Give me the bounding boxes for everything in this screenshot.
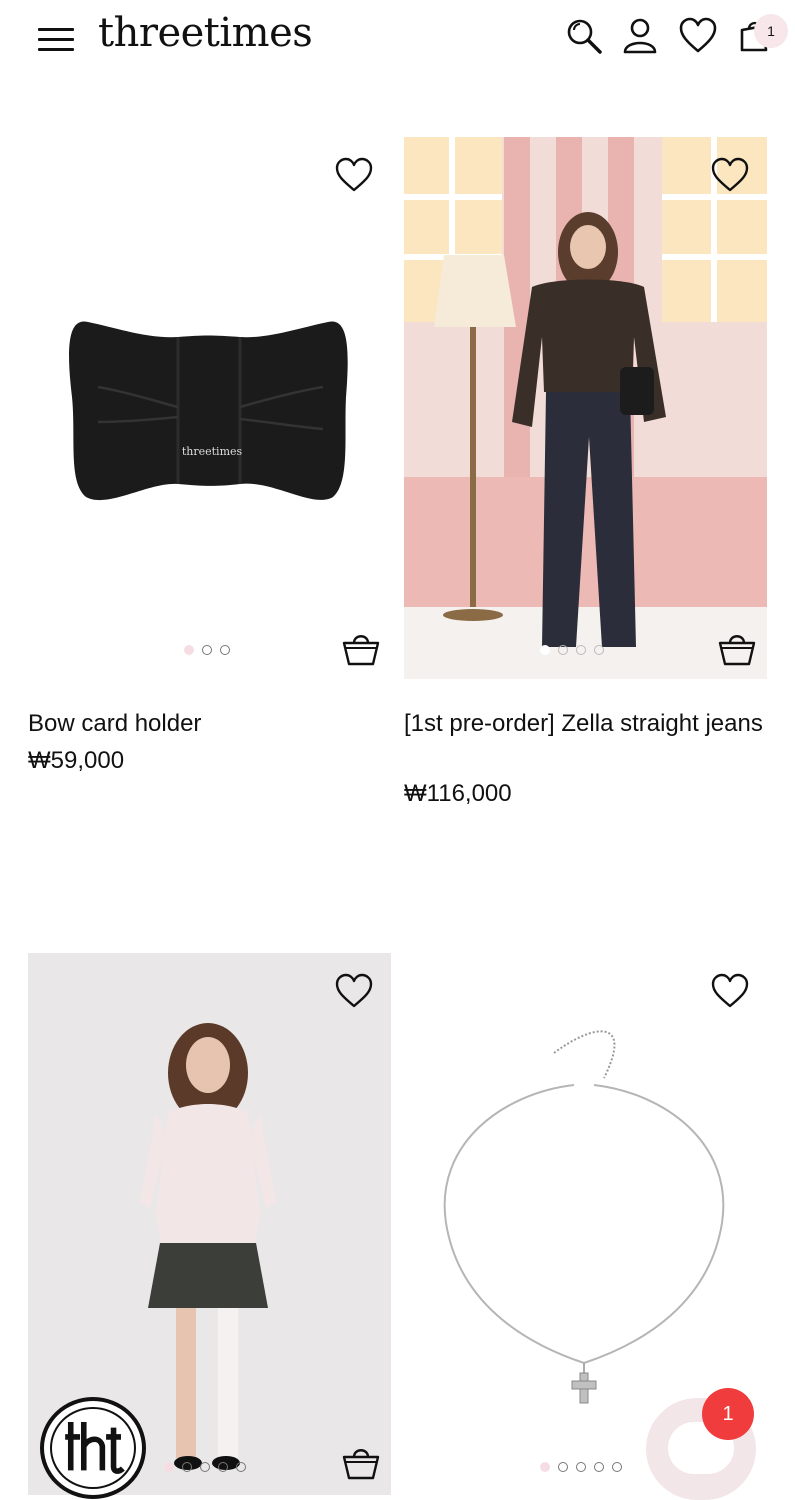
brand-badge-ring bbox=[50, 1407, 136, 1489]
product-card[interactable]: [1st pre-order] Zella straight jeans ₩11… bbox=[404, 137, 767, 817]
product-image[interactable] bbox=[404, 137, 767, 679]
image-carousel-dots[interactable] bbox=[540, 645, 604, 655]
heart-icon[interactable] bbox=[710, 157, 750, 193]
carousel-dot[interactable] bbox=[236, 1462, 246, 1472]
carousel-dot[interactable] bbox=[202, 645, 212, 655]
product-price: ₩59,000 bbox=[28, 747, 125, 774]
bag-icon[interactable] bbox=[341, 1445, 381, 1481]
image-carousel-dots[interactable] bbox=[184, 645, 230, 655]
carousel-dot[interactable] bbox=[540, 1462, 550, 1472]
carousel-dot[interactable] bbox=[558, 645, 568, 655]
product-name[interactable]: Bow card holder bbox=[28, 707, 388, 740]
carousel-dot[interactable] bbox=[576, 1462, 586, 1472]
carousel-dot[interactable] bbox=[558, 1462, 568, 1472]
cart-count-badge: 1 bbox=[754, 14, 788, 48]
site-header: threetimes 1 bbox=[0, 0, 795, 80]
heart-icon[interactable] bbox=[334, 973, 374, 1009]
carousel-dot[interactable] bbox=[182, 1462, 192, 1472]
product-card[interactable]: threetimes Bow card holder ₩59,000 bbox=[28, 137, 390, 797]
carousel-dot[interactable] bbox=[576, 645, 586, 655]
image-carousel-dots[interactable] bbox=[164, 1462, 246, 1472]
carousel-dot[interactable] bbox=[612, 1462, 622, 1472]
brand-badge-logo[interactable] bbox=[40, 1397, 146, 1499]
carousel-dot[interactable] bbox=[594, 1462, 604, 1472]
wishlist-heart-icon[interactable] bbox=[678, 16, 718, 56]
menu-icon[interactable] bbox=[38, 26, 74, 52]
bag-icon[interactable] bbox=[717, 631, 757, 667]
product-name[interactable]: [1st pre-order] Zella straight jeans bbox=[404, 707, 764, 740]
product-image[interactable]: threetimes bbox=[28, 137, 390, 679]
heart-icon[interactable] bbox=[334, 157, 374, 193]
carousel-dot[interactable] bbox=[594, 645, 604, 655]
product-price: ₩116,000 bbox=[404, 780, 512, 807]
chat-notification-badge: 1 bbox=[702, 1388, 754, 1440]
carousel-dot[interactable] bbox=[184, 645, 194, 655]
bag-icon[interactable] bbox=[341, 631, 381, 667]
search-icon[interactable] bbox=[564, 16, 604, 56]
carousel-dot[interactable] bbox=[540, 645, 550, 655]
carousel-dot[interactable] bbox=[220, 645, 230, 655]
image-carousel-dots[interactable] bbox=[540, 1462, 622, 1472]
carousel-dot[interactable] bbox=[200, 1462, 210, 1472]
site-logo[interactable]: threetimes bbox=[98, 10, 313, 56]
heart-icon[interactable] bbox=[710, 973, 750, 1009]
carousel-dot[interactable] bbox=[164, 1462, 174, 1472]
carousel-dot[interactable] bbox=[218, 1462, 228, 1472]
imprint-text: threetimes bbox=[182, 445, 243, 458]
user-icon[interactable] bbox=[620, 16, 660, 56]
tht-monogram bbox=[65, 1422, 125, 1474]
